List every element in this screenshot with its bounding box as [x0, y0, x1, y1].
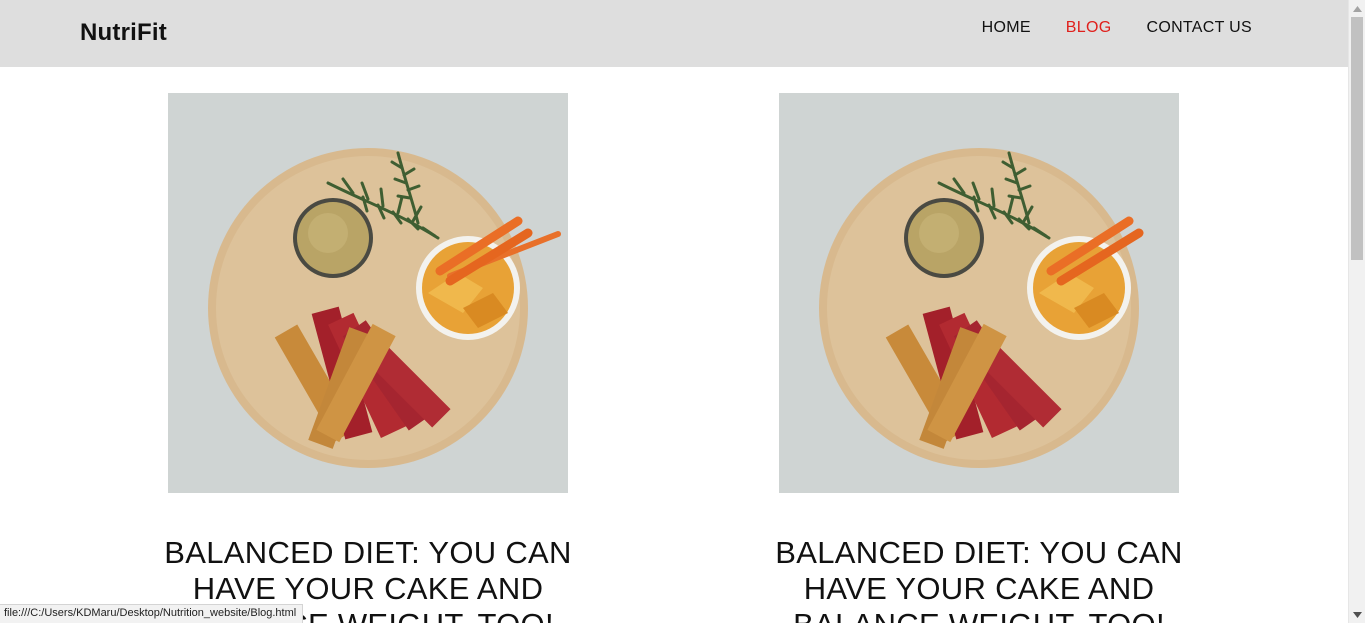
status-bar-url: file:///C:/Users/KDMaru/Desktop/Nutritio… [0, 604, 304, 623]
nav-blog-link[interactable]: BLOG [1066, 19, 1112, 37]
food-platter-image[interactable] [779, 93, 1179, 493]
blog-card: BALANCED DIET: YOU CAN HAVE YOUR CAKE AN… [164, 93, 571, 623]
nav-contact-link[interactable]: CONTACT US [1146, 19, 1252, 37]
scroll-up-arrow-icon[interactable] [1349, 0, 1365, 17]
scroll-down-arrow-icon[interactable] [1349, 606, 1365, 623]
blog-card: BALANCED DIET: YOU CAN HAVE YOUR CAKE AN… [775, 93, 1182, 623]
scrollbar-thumb[interactable] [1351, 17, 1363, 260]
nav-links: HOME BLOG CONTACT US [982, 19, 1252, 37]
navbar: NutriFit HOME BLOG CONTACT US [0, 0, 1348, 67]
vertical-scrollbar[interactable] [1348, 0, 1365, 623]
brand-logo[interactable]: NutriFit [80, 19, 167, 47]
nav-home-link[interactable]: HOME [982, 19, 1031, 37]
post-title[interactable]: BALANCED DIET: YOU CAN HAVE YOUR CAKE AN… [749, 535, 1209, 623]
food-platter-image[interactable] [168, 93, 568, 493]
